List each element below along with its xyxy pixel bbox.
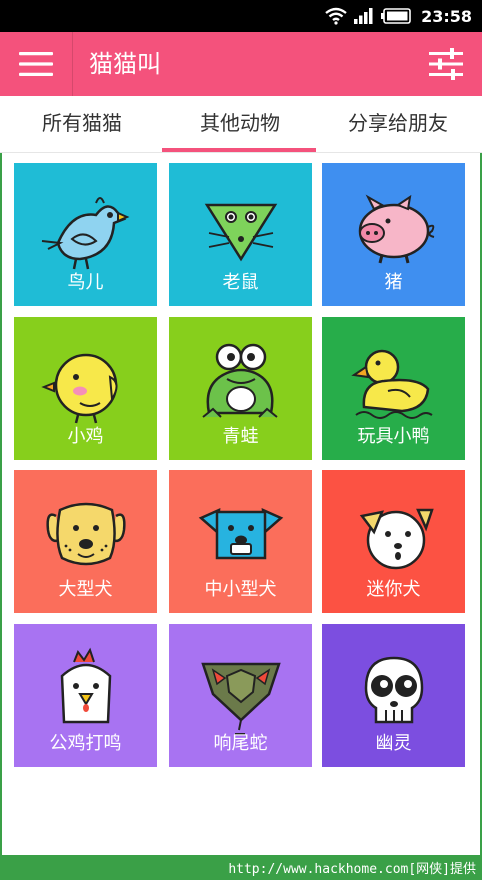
footer-text: http://www.hackhome.com[网侠]提供 — [228, 862, 476, 877]
tile-pig-label: 猪 — [384, 272, 403, 293]
tile-mouse-label: 老鼠 — [222, 272, 259, 293]
menu-button[interactable] — [0, 32, 72, 96]
signal-icon — [354, 8, 373, 24]
battery-icon — [381, 8, 411, 24]
tile-bird-label: 鸟儿 — [67, 272, 104, 293]
tile-ghost[interactable]: 幽灵 — [322, 624, 465, 767]
tile-rooster-label: 公鸡打鸣 — [49, 733, 122, 754]
tile-mini-dog[interactable]: 迷你犬 — [322, 470, 465, 613]
tab-bar: 所有猫猫 其他动物 分享给朋友 — [0, 96, 482, 153]
tile-big-dog[interactable]: 大型犬 — [14, 470, 157, 613]
tile-ghost-label: 幽灵 — [375, 733, 412, 754]
app-title: 猫猫叫 — [89, 50, 161, 78]
tile-rooster[interactable]: 公鸡打鸣 — [14, 624, 157, 767]
tab-all-cats[interactable]: 所有猫猫 — [2, 96, 162, 152]
tab-share-friends[interactable]: 分享给朋友 — [318, 96, 478, 152]
tile-frog[interactable]: 青蛙 — [169, 317, 312, 460]
tile-toy-duck[interactable]: 玩具小鸭 — [322, 317, 465, 460]
tile-toy-duck-label: 玩具小鸭 — [357, 426, 430, 447]
app-bar: 猫猫叫 — [0, 32, 482, 96]
tab-share-friends-label: 分享给朋友 — [348, 111, 448, 135]
tile-pig[interactable]: 猪 — [322, 163, 465, 306]
tile-chick-label: 小鸡 — [67, 426, 104, 447]
footer-bar: http://www.hackhome.com[网侠]提供 — [0, 855, 482, 880]
wifi-icon — [325, 7, 347, 25]
tile-medium-dog-label: 中小型犬 — [204, 579, 277, 600]
tile-bird[interactable]: 鸟儿 — [14, 163, 157, 306]
status-time: 23:58 — [421, 6, 472, 26]
tile-chick[interactable]: 小鸡 — [14, 317, 157, 460]
tile-mouse[interactable]: 老鼠 — [169, 163, 312, 306]
sliders-settings-icon — [429, 48, 463, 80]
tile-big-dog-label: 大型犬 — [58, 579, 113, 600]
tile-mini-dog-label: 迷你犬 — [366, 579, 421, 600]
hamburger-menu-icon — [19, 52, 53, 76]
tab-other-animals-label: 其他动物 — [200, 111, 280, 135]
tile-medium-dog[interactable]: 中小型犬 — [169, 470, 312, 613]
tile-rattlesnake[interactable]: 响尾蛇 — [169, 624, 312, 767]
app-bar-divider — [72, 32, 73, 96]
tab-other-animals[interactable]: 其他动物 — [160, 96, 320, 152]
status-bar: 23:58 — [0, 0, 482, 32]
tab-all-cats-label: 所有猫猫 — [42, 111, 122, 135]
settings-button[interactable] — [422, 32, 470, 96]
tile-rattlesnake-label: 响尾蛇 — [213, 733, 268, 754]
tile-frog-label: 青蛙 — [222, 426, 259, 447]
